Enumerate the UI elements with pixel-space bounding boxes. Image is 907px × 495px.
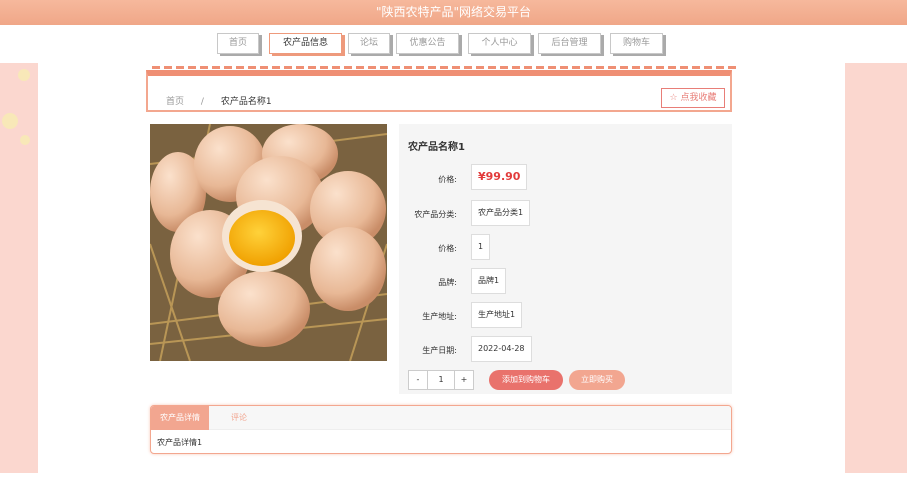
site-title: "陕西农特产品"网络交易平台: [0, 0, 907, 25]
nav-admin[interactable]: 后台管理: [538, 33, 601, 54]
quantity-input[interactable]: 1: [428, 370, 454, 390]
product-name: 农产品名称1: [408, 142, 465, 153]
breadcrumb-home[interactable]: 首页: [166, 97, 184, 107]
nav-announcements[interactable]: 优惠公告: [396, 33, 459, 54]
product-detail-section: 农产品详情 评论 农产品详情1: [150, 405, 732, 454]
breadcrumb-bar: 首页 / 农产品名称1 ☆ 点我收藏: [146, 66, 738, 112]
tab-comments[interactable]: 评论: [211, 406, 267, 430]
eggs-in-basket-image: [150, 124, 387, 361]
brand-label: 品牌:: [438, 278, 457, 287]
category-label: 农产品分类:: [414, 210, 457, 219]
quantity-plus-button[interactable]: +: [454, 370, 474, 390]
price2-label: 价格:: [438, 244, 457, 253]
decor-dot: [18, 69, 30, 81]
category-value: 农产品分类1: [471, 200, 531, 226]
buy-now-button[interactable]: 立即购买: [569, 370, 625, 390]
favorite-label: 点我收藏: [680, 93, 717, 103]
nav-personal-center[interactable]: 个人中心: [468, 33, 531, 54]
detail-tabs: 农产品详情 评论: [151, 406, 731, 430]
detail-content: 农产品详情1: [157, 438, 203, 447]
origin-value: 生产地址1: [471, 302, 523, 328]
quantity-stepper: - 1 +: [408, 370, 474, 390]
date-value: 2022-04-28: [471, 336, 532, 362]
nav-home[interactable]: 首页: [217, 33, 259, 54]
date-label: 生产日期:: [422, 346, 457, 355]
product-info-panel: 农产品名称1 价格: ¥99.90 农产品分类: 农产品分类1 价格: 1 品牌…: [399, 124, 732, 394]
main-nav: 首页 农产品信息 论坛 优惠公告 个人中心 后台管理 购物车: [0, 33, 907, 55]
decor-left-border: [0, 63, 44, 473]
product-image: [150, 124, 387, 361]
favorite-button[interactable]: ☆ 点我收藏: [661, 88, 725, 108]
nav-forum[interactable]: 论坛: [348, 33, 390, 54]
brand-value: 品牌1: [471, 268, 507, 294]
breadcrumb-current: 农产品名称1: [220, 97, 272, 107]
star-outline-icon: ☆: [669, 93, 678, 103]
tab-product-details[interactable]: 农产品详情: [151, 406, 209, 430]
origin-label: 生产地址:: [422, 312, 457, 321]
price-value: ¥99.90: [478, 170, 521, 183]
decor-right-border: [839, 63, 907, 473]
nav-product-info[interactable]: 农产品信息: [269, 33, 342, 54]
decor-dot: [2, 113, 18, 129]
nav-cart[interactable]: 购物车: [610, 33, 663, 54]
breadcrumb-separator: /: [200, 97, 204, 107]
price-value-box: ¥99.90: [471, 164, 528, 190]
quantity-minus-button[interactable]: -: [408, 370, 428, 390]
add-to-cart-button[interactable]: 添加到购物车: [489, 370, 563, 390]
breadcrumb: 首页 / 农产品名称1: [166, 94, 272, 107]
decor-dot: [20, 135, 30, 145]
price2-value: 1: [471, 234, 491, 260]
price-label: 价格:: [438, 175, 457, 184]
